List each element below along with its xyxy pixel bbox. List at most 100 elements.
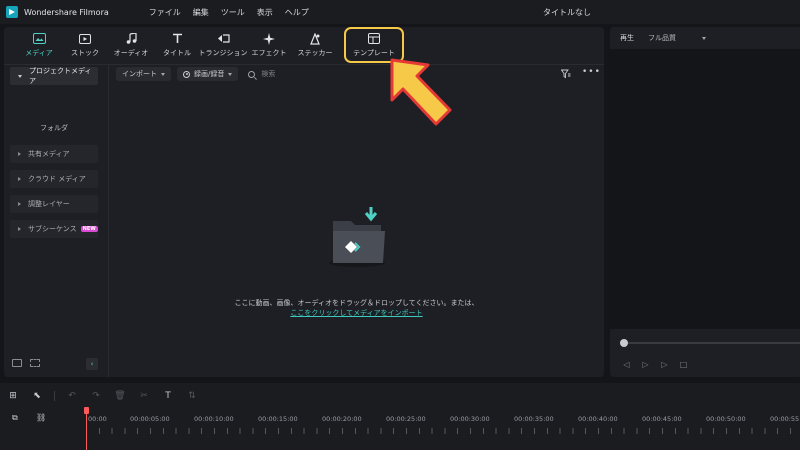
layout-grid-icon[interactable]: ⊞ xyxy=(6,389,20,403)
sidebar-divider xyxy=(108,65,109,377)
link-icon[interactable]: ⛓ xyxy=(36,413,46,423)
filmora-logo-icon xyxy=(6,6,18,18)
sidebar-bottom-actions xyxy=(12,359,40,367)
tab-stock[interactable]: ストック xyxy=(62,27,108,63)
ruler-time-label: 00:00:30:00 xyxy=(450,415,490,423)
chevron-down-icon xyxy=(228,72,233,76)
tab-stickers-label: ステッカー xyxy=(297,48,333,57)
player-header: 再生 フル品質 xyxy=(610,27,800,49)
sidebar-item-shared-media[interactable]: 共有メディア xyxy=(10,145,98,163)
adjust-icon[interactable]: ⇅ xyxy=(185,389,199,403)
search-input[interactable]: 検索 xyxy=(248,69,275,79)
caret-down-icon xyxy=(18,74,22,78)
tab-titles-label: タイトル xyxy=(163,48,191,57)
delete-icon[interactable]: 🗑 xyxy=(113,389,127,403)
menu-item-help[interactable]: ヘルプ xyxy=(279,7,315,18)
empty-state-message: ここに動画、画像、オーディオをドラッグ＆ドロップしてください。または、 xyxy=(234,299,479,307)
redo-icon[interactable]: ↷ xyxy=(89,389,103,403)
tab-stickers[interactable]: ステッカー xyxy=(292,27,338,63)
playhead-handle[interactable] xyxy=(84,407,89,414)
more-options-icon[interactable]: ••• xyxy=(582,67,601,77)
track-controls: ⧉ ⛓ xyxy=(12,413,46,423)
sidebar-item-project-media[interactable]: プロジェクトメディア xyxy=(10,67,98,85)
record-icon xyxy=(183,70,190,78)
sidebar-item-cloud-media[interactable]: クラウド メディア xyxy=(10,170,98,188)
sidebar-item-subsequence[interactable]: サブシーケンス NEW xyxy=(10,220,98,238)
media-panel: メディア ストック オーディオ タイトル トランジション エフェクト ステッカー… xyxy=(4,27,604,377)
playback-scrubber[interactable] xyxy=(626,342,800,344)
menu-item-tools[interactable]: ツール xyxy=(215,7,251,18)
ruler-time-label: 00:00:35:00 xyxy=(514,415,554,423)
sidebar-item-folder[interactable]: フォルダ xyxy=(40,123,68,133)
new-folder-icon[interactable] xyxy=(12,359,22,367)
sidebar-item-label: 調整レイヤー xyxy=(28,200,70,208)
chevron-down-icon xyxy=(702,36,706,40)
timeline-ruler[interactable]: 00:00 00:00:05:00 00:00:10:00 00:00:15:00 00… xyxy=(86,410,800,450)
import-label: インポート xyxy=(122,70,157,78)
tab-titles[interactable]: タイトル xyxy=(154,27,200,63)
player-controls: ◁ ▷ ▷ □ xyxy=(622,360,688,369)
tab-transitions[interactable]: トランジション xyxy=(198,27,248,63)
ruler-time-label: 00:00:40:00 xyxy=(578,415,618,423)
ruler-time-label: 00:00 xyxy=(88,415,107,423)
tab-media[interactable]: メディア xyxy=(16,27,62,63)
select-pointer-icon[interactable]: ⬉ xyxy=(30,389,44,403)
transition-icon xyxy=(216,33,230,45)
previous-frame-icon[interactable]: ◁ xyxy=(622,360,631,369)
sidebar-item-label: 共有メディア xyxy=(28,150,70,158)
record-label: 録画/録音 xyxy=(194,70,225,78)
effect-sparkle-icon xyxy=(262,32,276,45)
import-media-link[interactable]: ここをクリックしてメディアをインポート xyxy=(109,308,604,318)
quality-dropdown[interactable]: フル品質 xyxy=(648,33,706,43)
empty-folder-icon xyxy=(329,207,389,269)
stock-icon xyxy=(78,33,92,45)
menu-item-view[interactable]: 表示 xyxy=(251,7,279,18)
scrubber-handle[interactable] xyxy=(620,339,628,347)
text-tool-icon[interactable]: T xyxy=(161,389,175,403)
ruler-time-label: 00:00:55:00 xyxy=(770,415,800,423)
callout-arrow-icon xyxy=(390,58,452,126)
menu-bar: ファイル 編集 ツール 表示 ヘルプ xyxy=(143,7,315,18)
collapse-sidebar-button[interactable]: ‹ xyxy=(86,358,98,370)
sidebar-item-label: クラウド メディア xyxy=(28,175,86,183)
media-sidebar: プロジェクトメディア フォルダ 共有メディア クラウド メディア 調整レイヤー … xyxy=(4,65,108,377)
tab-transitions-label: トランジション xyxy=(198,48,248,57)
document-title: タイトルなし xyxy=(543,8,591,17)
title-bar: Wondershare Filmora ファイル 編集 ツール 表示 ヘルプ タ… xyxy=(0,0,800,24)
ruler-time-label: 00:00:50:00 xyxy=(706,415,746,423)
menu-item-file[interactable]: ファイル xyxy=(143,7,187,18)
media-actions: インポート 録画/録音 検索 xyxy=(116,67,275,81)
ruler-time-label: 00:00:25:00 xyxy=(386,415,426,423)
player-label: 再生 xyxy=(620,34,634,42)
sidebar-item-label: サブシーケンス xyxy=(28,225,77,233)
ruler-time-label: 00:00:05:00 xyxy=(130,415,170,423)
tab-audio[interactable]: オーディオ xyxy=(108,27,154,63)
step-back-icon[interactable]: ▷ xyxy=(641,360,650,369)
asset-toolbar: メディア ストック オーディオ タイトル トランジション エフェクト ステッカー… xyxy=(4,27,604,63)
ruler-time-label: 00:00:10:00 xyxy=(194,415,234,423)
tab-effects[interactable]: エフェクト xyxy=(246,27,292,63)
play-icon[interactable]: ▷ xyxy=(660,360,669,369)
folder-outline-icon[interactable] xyxy=(30,359,40,367)
search-icon xyxy=(248,70,256,78)
preview-screen xyxy=(610,49,800,329)
cut-scissors-icon[interactable]: ✂ xyxy=(137,389,151,403)
caret-right-icon xyxy=(18,202,21,206)
media-icon xyxy=(32,33,46,45)
music-note-icon xyxy=(124,33,138,45)
sidebar-item-label: プロジェクトメディア xyxy=(29,67,92,85)
playhead[interactable] xyxy=(86,409,87,450)
player-panel: 再生 フル品質 ◁ ▷ ▷ □ xyxy=(610,27,800,377)
stop-icon[interactable]: □ xyxy=(679,360,688,369)
menu-item-edit[interactable]: 編集 xyxy=(187,7,215,18)
record-dropdown[interactable]: 録画/録音 xyxy=(177,67,239,81)
filter-icon[interactable] xyxy=(560,69,571,79)
add-track-icon[interactable]: ⧉ xyxy=(12,413,22,423)
quality-value: フル品質 xyxy=(648,34,676,42)
tab-audio-label: オーディオ xyxy=(113,48,149,57)
timeline-toolbar: ⊞ ⬉ ↶ ↷ 🗑 ✂ T ⇅ xyxy=(6,389,199,403)
import-dropdown[interactable]: インポート xyxy=(116,67,171,81)
undo-icon[interactable]: ↶ xyxy=(65,389,79,403)
sidebar-item-adjustment-layer[interactable]: 調整レイヤー xyxy=(10,195,98,213)
app-name: Wondershare Filmora xyxy=(24,7,109,17)
